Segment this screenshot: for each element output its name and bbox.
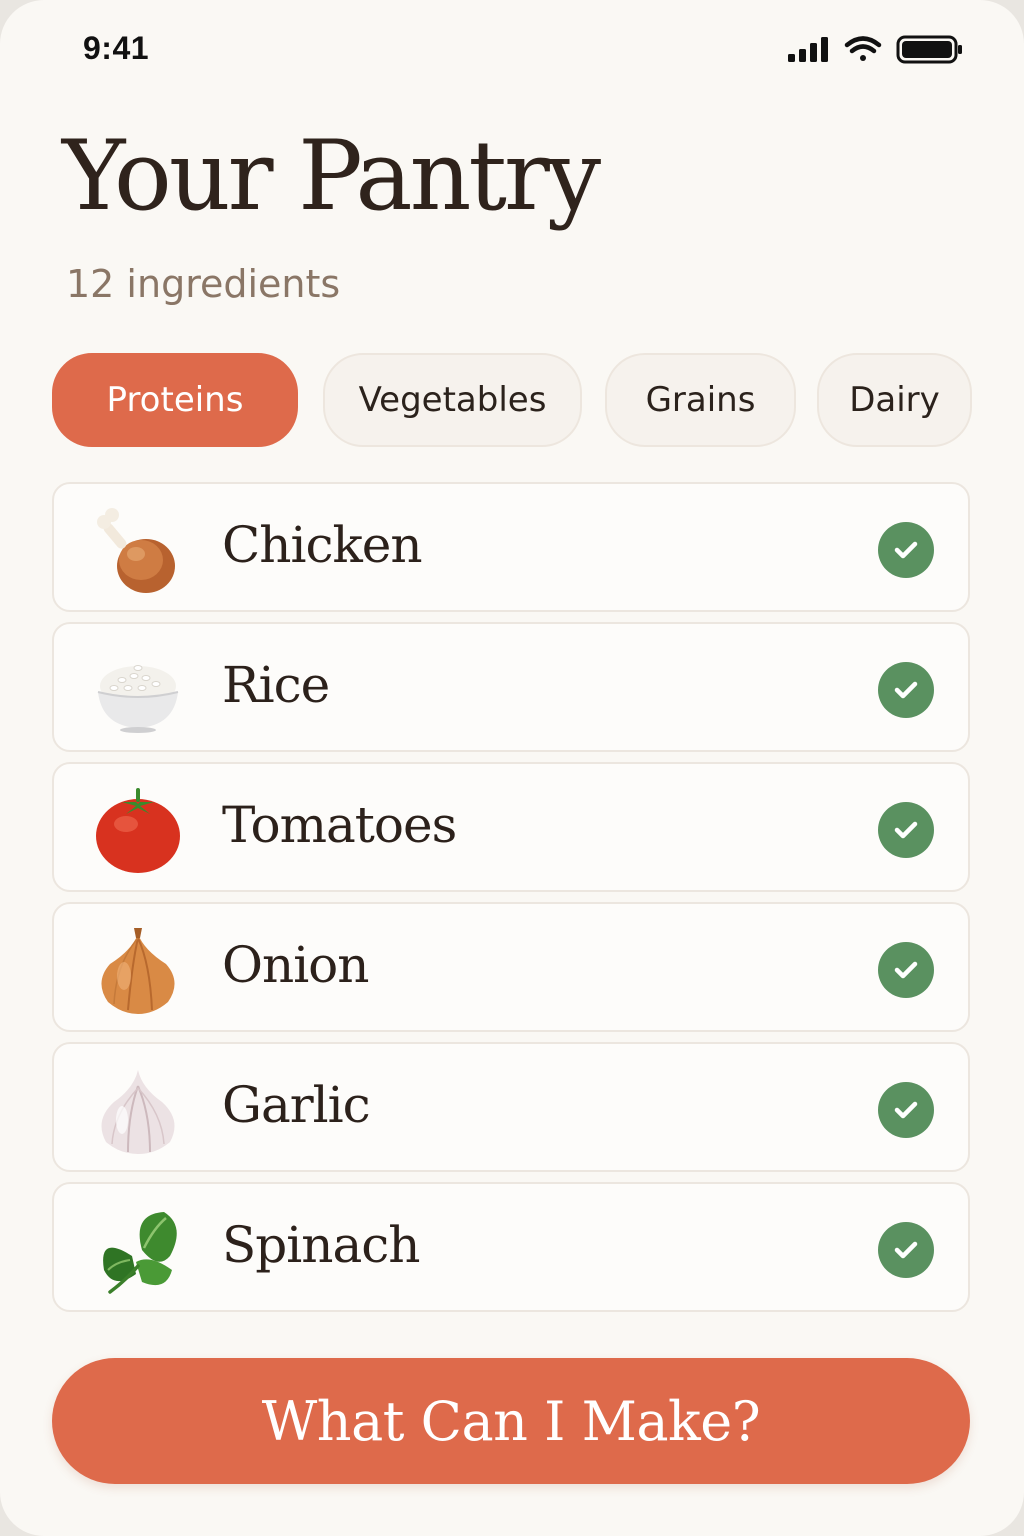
page-title: Your Pantry [62, 120, 601, 232]
ingredient-row-garlic[interactable]: Garlic [52, 1042, 970, 1172]
ingredient-row-tomatoes[interactable]: Tomatoes [52, 762, 970, 892]
ingredient-row-rice[interactable]: Rice [52, 622, 970, 752]
tab-proteins[interactable]: Proteins [52, 353, 298, 447]
status-time: 9:41 [83, 30, 150, 66]
ingredient-name: Onion [222, 936, 369, 994]
checkmark-icon[interactable] [878, 802, 934, 858]
ingredient-name: Garlic [222, 1076, 371, 1134]
phone-screen: 9:41 Your Pantry 12 ingredients Proteins… [0, 0, 1024, 1536]
onion-icon [101, 928, 175, 1014]
signal-icon [788, 37, 828, 62]
ingredient-name: Chicken [222, 516, 423, 574]
garlic-icon [101, 1070, 175, 1154]
checkmark-icon[interactable] [878, 942, 934, 998]
ingredient-name: Spinach [222, 1216, 420, 1274]
ingredient-name: Rice [222, 656, 330, 714]
wifi-icon [844, 36, 882, 61]
spinach-icon [103, 1212, 177, 1294]
status-icons [786, 34, 966, 64]
checkmark-icon[interactable] [878, 662, 934, 718]
tab-grains[interactable]: Grains [605, 353, 796, 447]
checkmark-icon[interactable] [878, 522, 934, 578]
checkmark-icon[interactable] [878, 1082, 934, 1138]
rice-bowl-icon [97, 665, 179, 733]
ingredient-row-chicken[interactable]: Chicken [52, 482, 970, 612]
tomato-icon [96, 788, 180, 873]
ingredient-row-spinach[interactable]: Spinach [52, 1182, 970, 1312]
chicken-leg-icon [97, 508, 175, 593]
tab-dairy[interactable]: Dairy [817, 353, 972, 447]
battery-icon [896, 35, 962, 64]
ingredient-row-onion[interactable]: Onion [52, 902, 970, 1032]
what-can-i-make-button[interactable]: What Can I Make? [52, 1358, 970, 1484]
ingredient-count: 12 ingredients [66, 262, 341, 306]
tab-vegetables[interactable]: Vegetables [323, 353, 582, 447]
checkmark-icon[interactable] [878, 1222, 934, 1278]
ingredient-name: Tomatoes [222, 796, 457, 854]
